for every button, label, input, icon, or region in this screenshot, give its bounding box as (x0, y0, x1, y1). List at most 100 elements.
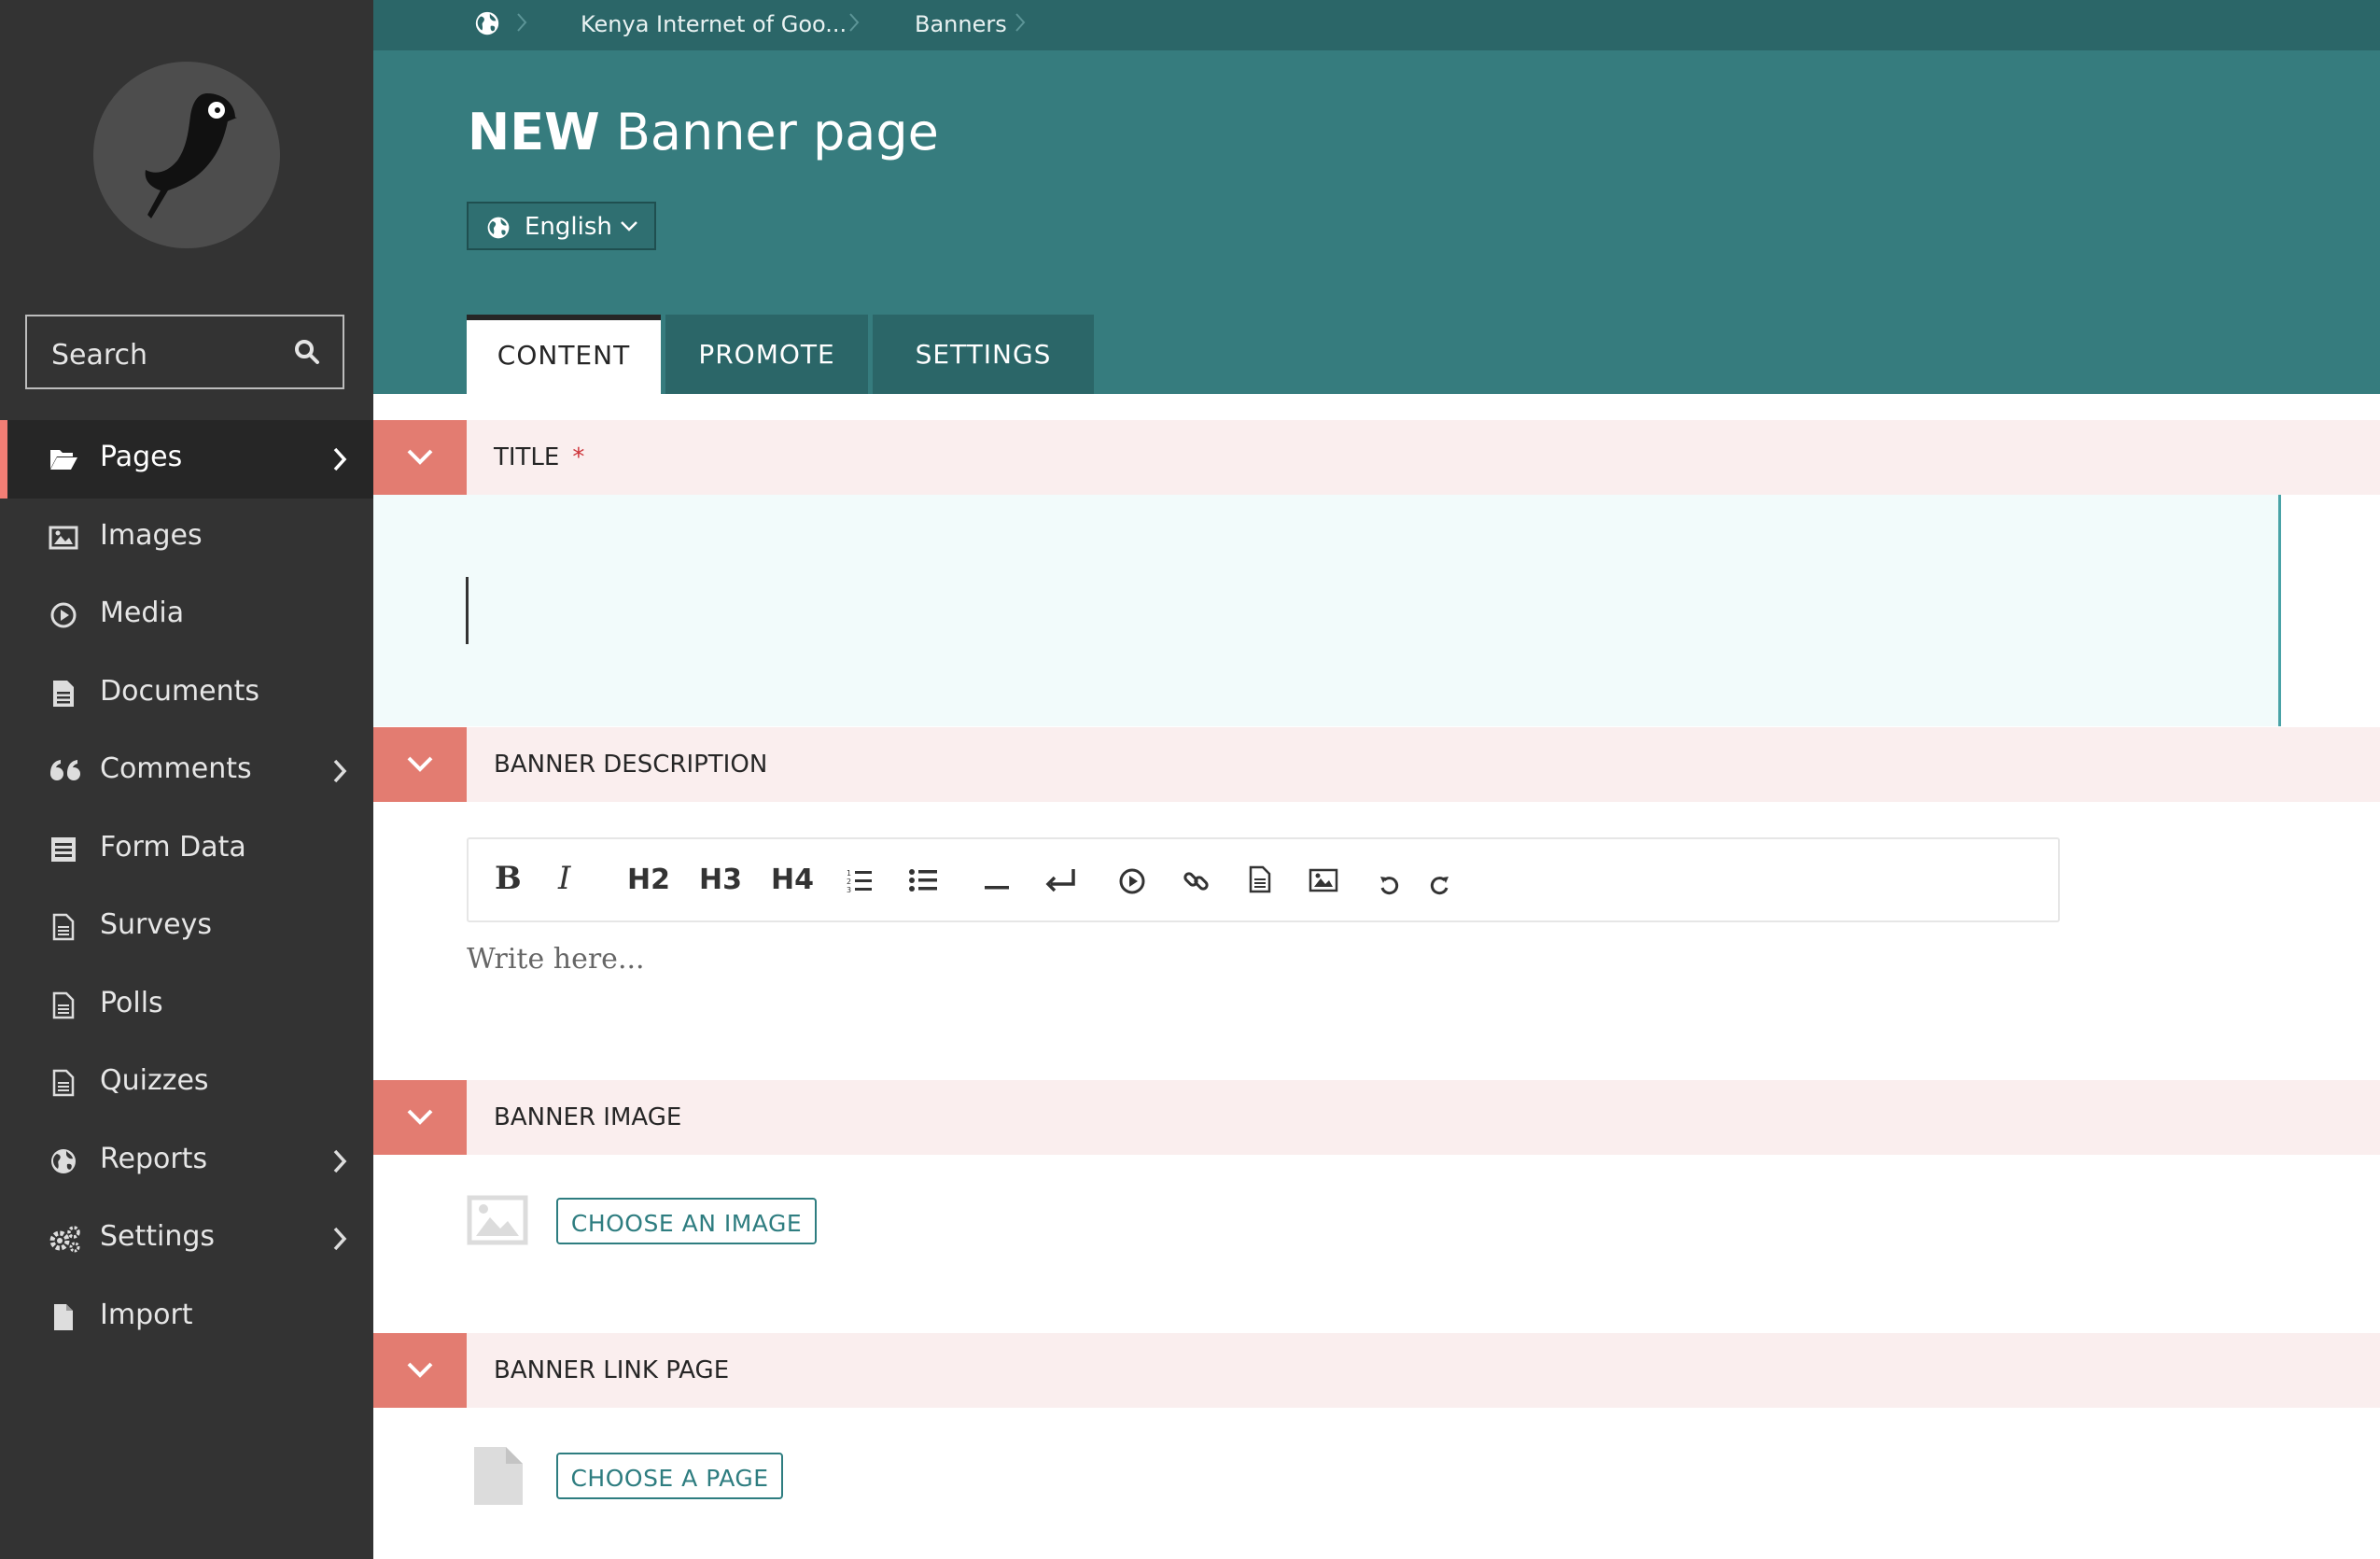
undo-icon[interactable] (1379, 875, 1399, 916)
tab-label: CONTENT (497, 340, 631, 371)
chevron-right-icon (332, 758, 347, 788)
choose-image-button[interactable]: CHOOSE AN IMAGE (556, 1198, 817, 1244)
sidebar-item-label: Import (100, 1298, 193, 1331)
sidebar-item-comments[interactable]: Comments (0, 732, 373, 810)
rich-text-toolbar: B I H2 H3 H4 123 (467, 837, 2060, 922)
page-header: Kenya Internet of Goo... Banners NEW Ban… (373, 0, 2380, 394)
breadcrumb: Kenya Internet of Goo... Banners (373, 0, 2380, 50)
breadcrumb-site[interactable]: Kenya Internet of Goo... (581, 11, 847, 37)
globe-icon[interactable] (473, 9, 501, 41)
sidebar-item-form-data[interactable]: Form Data (0, 810, 373, 889)
sidebar-item-quizzes[interactable]: Quizzes (0, 1044, 373, 1122)
chevron-right-icon (332, 1148, 347, 1178)
wagtail-logo[interactable] (93, 62, 280, 248)
search-box[interactable]: Search (25, 315, 344, 389)
chevron-right-icon (332, 1226, 347, 1256)
sidebar-item-label: Media (100, 597, 185, 629)
chevron-right-icon (1015, 11, 1026, 37)
tab-promote[interactable]: PROMOTE (665, 315, 868, 394)
chevron-down-icon (620, 218, 638, 236)
sidebar-item-label: Comments (100, 752, 252, 785)
choose-page-label: CHOOSE A PAGE (570, 1465, 769, 1492)
line-break-icon[interactable] (1045, 867, 1077, 908)
sidebar-item-label: Settings (100, 1220, 216, 1253)
choose-page-button[interactable]: CHOOSE A PAGE (556, 1453, 783, 1499)
collapse-toggle[interactable] (373, 727, 467, 802)
svg-text:2: 2 (847, 878, 851, 886)
bold-button[interactable]: B (495, 860, 522, 901)
chevron-down-icon (407, 756, 433, 772)
breadcrumb-banners[interactable]: Banners (915, 11, 1007, 37)
section-label: BANNER DESCRIPTION (494, 751, 768, 779)
doc-icon (49, 912, 78, 942)
sidebar-item-settings[interactable]: Settings (0, 1200, 373, 1278)
sidebar-item-label: Surveys (100, 908, 212, 941)
link-icon[interactable] (1183, 867, 1211, 908)
collapse-toggle[interactable] (373, 1080, 467, 1155)
required-marker: * (572, 443, 585, 471)
redo-icon[interactable] (1430, 875, 1450, 916)
choose-image-label: CHOOSE AN IMAGE (570, 1210, 803, 1237)
search-icon[interactable] (294, 339, 320, 369)
main-menu: Pages Images Media Documents Comments Fo… (0, 420, 373, 1355)
sidebar-item-polls[interactable]: Polls (0, 966, 373, 1045)
sidebar-item-label: Polls (100, 986, 163, 1019)
sidebar-item-reports[interactable]: Reports (0, 1122, 373, 1201)
section-label: TITLE * (494, 443, 584, 471)
globe-icon (49, 1146, 78, 1176)
embed-media-icon[interactable] (1118, 867, 1146, 908)
tab-label: SETTINGS (915, 339, 1052, 370)
sidebar-item-label: Pages (100, 441, 183, 473)
collapse-toggle[interactable] (373, 1333, 467, 1408)
text-cursor (466, 577, 469, 644)
sidebar-item-import[interactable]: Import (0, 1278, 373, 1356)
locale-switcher[interactable]: English (467, 202, 656, 250)
tab-content[interactable]: CONTENT (467, 315, 661, 394)
image-section-header: BANNER IMAGE (373, 1080, 2380, 1155)
page-title-type: Banner page (615, 103, 939, 162)
chevron-right-icon (516, 11, 527, 37)
chevron-right-icon (848, 11, 860, 37)
section-label: BANNER IMAGE (494, 1103, 682, 1131)
cogs-icon (49, 1224, 80, 1254)
globe-icon (485, 215, 511, 245)
media-icon (49, 600, 78, 630)
form-icon (49, 835, 78, 864)
search-input[interactable]: Search (51, 339, 147, 372)
h2-button[interactable]: H2 (627, 864, 670, 905)
sidebar-item-images[interactable]: Images (0, 499, 373, 577)
description-editor[interactable]: Write here... (467, 943, 645, 976)
document-link-icon[interactable] (1248, 865, 1272, 906)
horizontal-rule-icon[interactable] (985, 867, 1009, 908)
document-icon (49, 679, 78, 709)
h4-button[interactable]: H4 (771, 864, 814, 905)
sidebar-item-surveys[interactable]: Surveys (0, 888, 373, 966)
collapse-toggle[interactable] (373, 420, 467, 495)
italic-button[interactable]: I (558, 860, 570, 901)
doc-icon (49, 990, 78, 1020)
insert-image-icon[interactable] (1309, 867, 1338, 908)
sidebar-item-label: Quizzes (100, 1064, 209, 1097)
sidebar-item-label: Form Data (100, 830, 246, 864)
chevron-down-icon (407, 1362, 433, 1378)
sidebar-item-documents[interactable]: Documents (0, 654, 373, 733)
tab-label: PROMOTE (698, 339, 835, 370)
section-label: BANNER LINK PAGE (494, 1356, 730, 1384)
svg-text:3: 3 (847, 886, 851, 893)
sidebar-item-media[interactable]: Media (0, 576, 373, 654)
chevron-right-icon (332, 446, 347, 476)
locale-label: English (525, 213, 612, 241)
quote-icon (49, 756, 80, 786)
image-icon (49, 523, 78, 553)
bullet-list-icon[interactable] (909, 867, 937, 908)
title-label: TITLE (494, 443, 560, 471)
sidebar-item-label: Documents (100, 674, 260, 708)
tab-settings[interactable]: SETTINGS (873, 315, 1094, 394)
title-input[interactable] (373, 495, 2281, 726)
page-title: NEW Banner page (468, 103, 939, 162)
h3-button[interactable]: H3 (699, 864, 742, 905)
image-placeholder-icon (467, 1195, 528, 1249)
sidebar-item-pages[interactable]: Pages (0, 420, 373, 499)
sidebar-item-label: Reports (100, 1142, 208, 1175)
ordered-list-icon[interactable]: 123 (847, 867, 873, 908)
